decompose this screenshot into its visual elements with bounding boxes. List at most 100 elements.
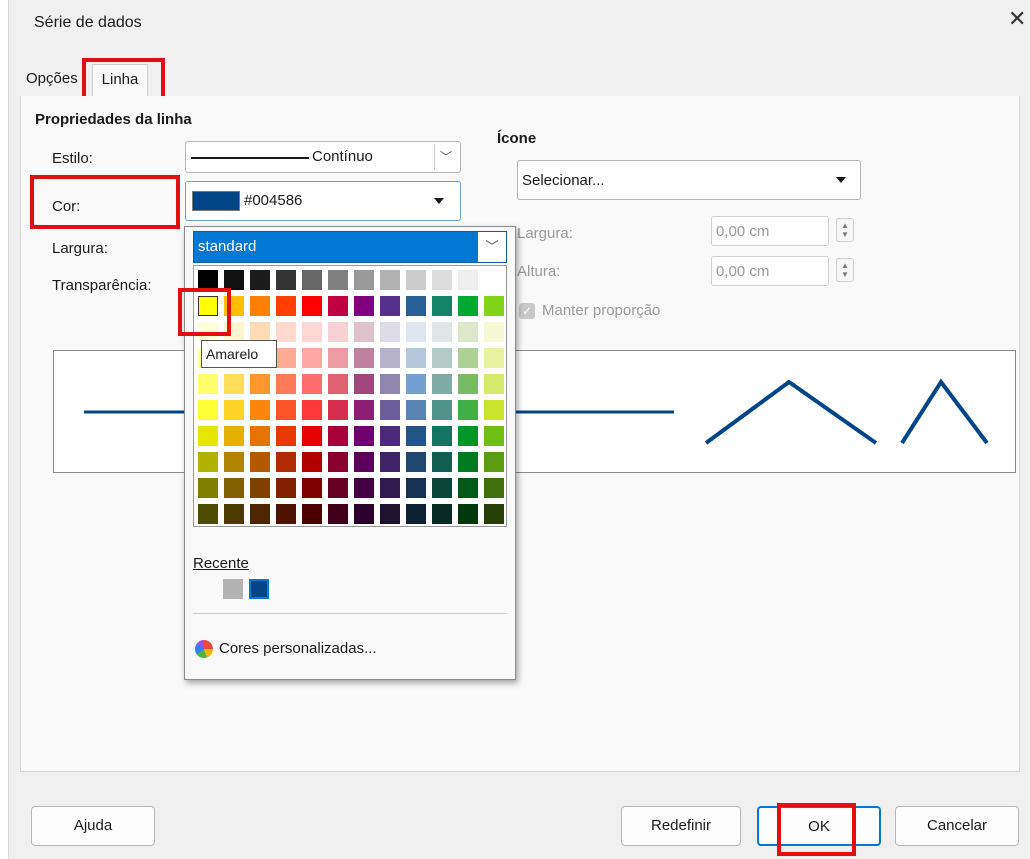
color-swatch[interactable] bbox=[328, 426, 348, 446]
color-swatch[interactable] bbox=[250, 322, 270, 342]
color-swatch[interactable] bbox=[484, 426, 504, 446]
color-swatch[interactable] bbox=[406, 322, 426, 342]
color-swatch[interactable] bbox=[276, 426, 296, 446]
color-swatch[interactable] bbox=[224, 426, 244, 446]
color-swatch[interactable] bbox=[250, 374, 270, 394]
color-swatch[interactable] bbox=[224, 270, 244, 290]
color-swatch[interactable] bbox=[328, 452, 348, 472]
color-swatch[interactable] bbox=[328, 296, 348, 316]
color-swatch[interactable] bbox=[406, 270, 426, 290]
color-swatch[interactable] bbox=[354, 322, 374, 342]
icon-height-spinner[interactable]: ▲ ▼ bbox=[836, 258, 854, 282]
color-swatch[interactable] bbox=[250, 426, 270, 446]
color-swatch[interactable] bbox=[380, 374, 400, 394]
help-button[interactable]: Ajuda bbox=[31, 806, 155, 846]
color-swatch[interactable] bbox=[198, 452, 218, 472]
color-swatch[interactable] bbox=[380, 426, 400, 446]
color-swatch[interactable] bbox=[276, 478, 296, 498]
color-swatch[interactable] bbox=[484, 270, 504, 290]
color-swatch[interactable] bbox=[458, 374, 478, 394]
color-swatch[interactable] bbox=[406, 348, 426, 368]
color-swatch[interactable] bbox=[458, 296, 478, 316]
color-swatch[interactable] bbox=[432, 348, 452, 368]
tab-opcoes[interactable]: Opções bbox=[26, 64, 84, 94]
color-swatch[interactable] bbox=[250, 400, 270, 420]
color-swatch[interactable] bbox=[302, 400, 322, 420]
color-swatch[interactable] bbox=[458, 348, 478, 368]
color-swatch[interactable] bbox=[354, 374, 374, 394]
style-dropdown[interactable]: Contínuo ﹀ bbox=[185, 141, 461, 173]
color-swatch[interactable] bbox=[484, 322, 504, 342]
color-swatch[interactable] bbox=[406, 452, 426, 472]
cancel-button[interactable]: Cancelar bbox=[895, 806, 1019, 846]
color-swatch[interactable] bbox=[328, 270, 348, 290]
color-swatch[interactable] bbox=[432, 452, 452, 472]
color-swatch[interactable] bbox=[276, 270, 296, 290]
color-swatch[interactable] bbox=[354, 426, 374, 446]
color-swatch[interactable] bbox=[328, 504, 348, 524]
color-swatch[interactable] bbox=[250, 270, 270, 290]
color-swatch[interactable] bbox=[224, 504, 244, 524]
color-swatch[interactable] bbox=[198, 504, 218, 524]
color-swatch[interactable] bbox=[484, 374, 504, 394]
color-swatch[interactable] bbox=[432, 270, 452, 290]
color-swatch[interactable] bbox=[380, 452, 400, 472]
color-swatch[interactable] bbox=[328, 478, 348, 498]
color-swatch[interactable] bbox=[380, 504, 400, 524]
color-swatch[interactable] bbox=[458, 478, 478, 498]
color-swatch[interactable] bbox=[250, 296, 270, 316]
color-swatch[interactable] bbox=[224, 374, 244, 394]
color-swatch[interactable] bbox=[302, 478, 322, 498]
color-swatch[interactable] bbox=[250, 504, 270, 524]
color-swatch[interactable] bbox=[484, 400, 504, 420]
color-swatch[interactable] bbox=[302, 452, 322, 472]
color-swatch[interactable] bbox=[276, 322, 296, 342]
keep-ratio-checkbox[interactable]: ✓ bbox=[519, 303, 535, 319]
color-swatch[interactable] bbox=[406, 504, 426, 524]
color-swatch[interactable] bbox=[432, 478, 452, 498]
color-swatch[interactable] bbox=[302, 374, 322, 394]
color-swatch[interactable] bbox=[198, 478, 218, 498]
color-swatch[interactable] bbox=[484, 452, 504, 472]
icon-height-field[interactable]: 0,00 cm bbox=[711, 256, 829, 286]
color-swatch[interactable] bbox=[432, 296, 452, 316]
color-swatch[interactable] bbox=[354, 400, 374, 420]
close-icon[interactable]: ✕ bbox=[1008, 8, 1026, 30]
color-swatch[interactable] bbox=[432, 504, 452, 524]
color-swatch[interactable] bbox=[276, 348, 296, 368]
color-swatch[interactable] bbox=[406, 478, 426, 498]
custom-colors-button[interactable]: Cores personalizadas... bbox=[219, 640, 377, 657]
color-swatch[interactable] bbox=[354, 478, 374, 498]
color-swatch[interactable] bbox=[458, 504, 478, 524]
color-swatch[interactable] bbox=[302, 348, 322, 368]
color-swatch[interactable] bbox=[224, 400, 244, 420]
color-swatch[interactable] bbox=[250, 452, 270, 472]
color-swatch[interactable] bbox=[224, 452, 244, 472]
color-swatch[interactable] bbox=[198, 426, 218, 446]
color-swatch[interactable] bbox=[302, 426, 322, 446]
color-swatch[interactable] bbox=[302, 270, 322, 290]
color-swatch[interactable] bbox=[458, 270, 478, 290]
icon-width-spinner[interactable]: ▲ ▼ bbox=[836, 218, 854, 242]
color-swatch[interactable] bbox=[328, 400, 348, 420]
color-swatch[interactable] bbox=[458, 452, 478, 472]
color-swatch[interactable] bbox=[198, 270, 218, 290]
color-swatch[interactable] bbox=[406, 296, 426, 316]
color-swatch[interactable] bbox=[380, 348, 400, 368]
color-swatch[interactable] bbox=[458, 400, 478, 420]
icon-select-dropdown[interactable]: Selecionar... bbox=[517, 160, 861, 200]
color-swatch[interactable] bbox=[276, 452, 296, 472]
color-swatch[interactable] bbox=[432, 426, 452, 446]
color-swatch[interactable] bbox=[328, 374, 348, 394]
color-swatch[interactable] bbox=[354, 270, 374, 290]
color-swatch[interactable] bbox=[484, 348, 504, 368]
color-swatch[interactable] bbox=[354, 452, 374, 472]
recent-swatch-gray[interactable] bbox=[223, 579, 243, 599]
color-swatch[interactable] bbox=[380, 322, 400, 342]
color-swatch[interactable] bbox=[432, 322, 452, 342]
color-swatch[interactable] bbox=[276, 296, 296, 316]
recent-swatch-blue[interactable] bbox=[249, 579, 269, 599]
color-swatch[interactable] bbox=[484, 504, 504, 524]
color-swatch[interactable] bbox=[328, 322, 348, 342]
color-swatch[interactable] bbox=[354, 348, 374, 368]
